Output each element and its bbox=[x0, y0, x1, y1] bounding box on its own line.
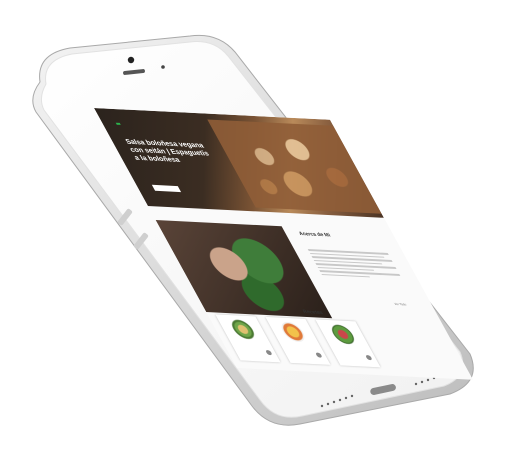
recipe-card-title bbox=[335, 348, 361, 349]
sensor-icon bbox=[161, 65, 165, 69]
front-camera-icon bbox=[127, 56, 135, 64]
hero-button[interactable] bbox=[151, 184, 182, 193]
avatar bbox=[265, 349, 273, 356]
see-all-link[interactable]: Ver Todo bbox=[393, 302, 407, 307]
hero-title: Salsa boloñesa vegana con seitán | Espag… bbox=[124, 138, 211, 164]
avatar bbox=[315, 352, 323, 358]
recipes-title: Recetas bbox=[301, 309, 325, 316]
recipe-card-title bbox=[285, 345, 311, 346]
about-text-lines bbox=[307, 247, 404, 281]
avatar bbox=[365, 354, 373, 361]
recipe-plate-image bbox=[227, 318, 259, 340]
iphone-device: Salsa boloñesa vegana con seitán | Espag… bbox=[30, 34, 478, 426]
recipe-card-title bbox=[235, 343, 261, 344]
scene: Salsa boloñesa vegana con seitán | Espag… bbox=[0, 0, 521, 462]
recipe-plate-image bbox=[277, 321, 309, 343]
recipe-plate-image bbox=[327, 323, 359, 345]
about-title: Acerca de Mi bbox=[297, 231, 332, 239]
hero-badge bbox=[115, 122, 121, 125]
